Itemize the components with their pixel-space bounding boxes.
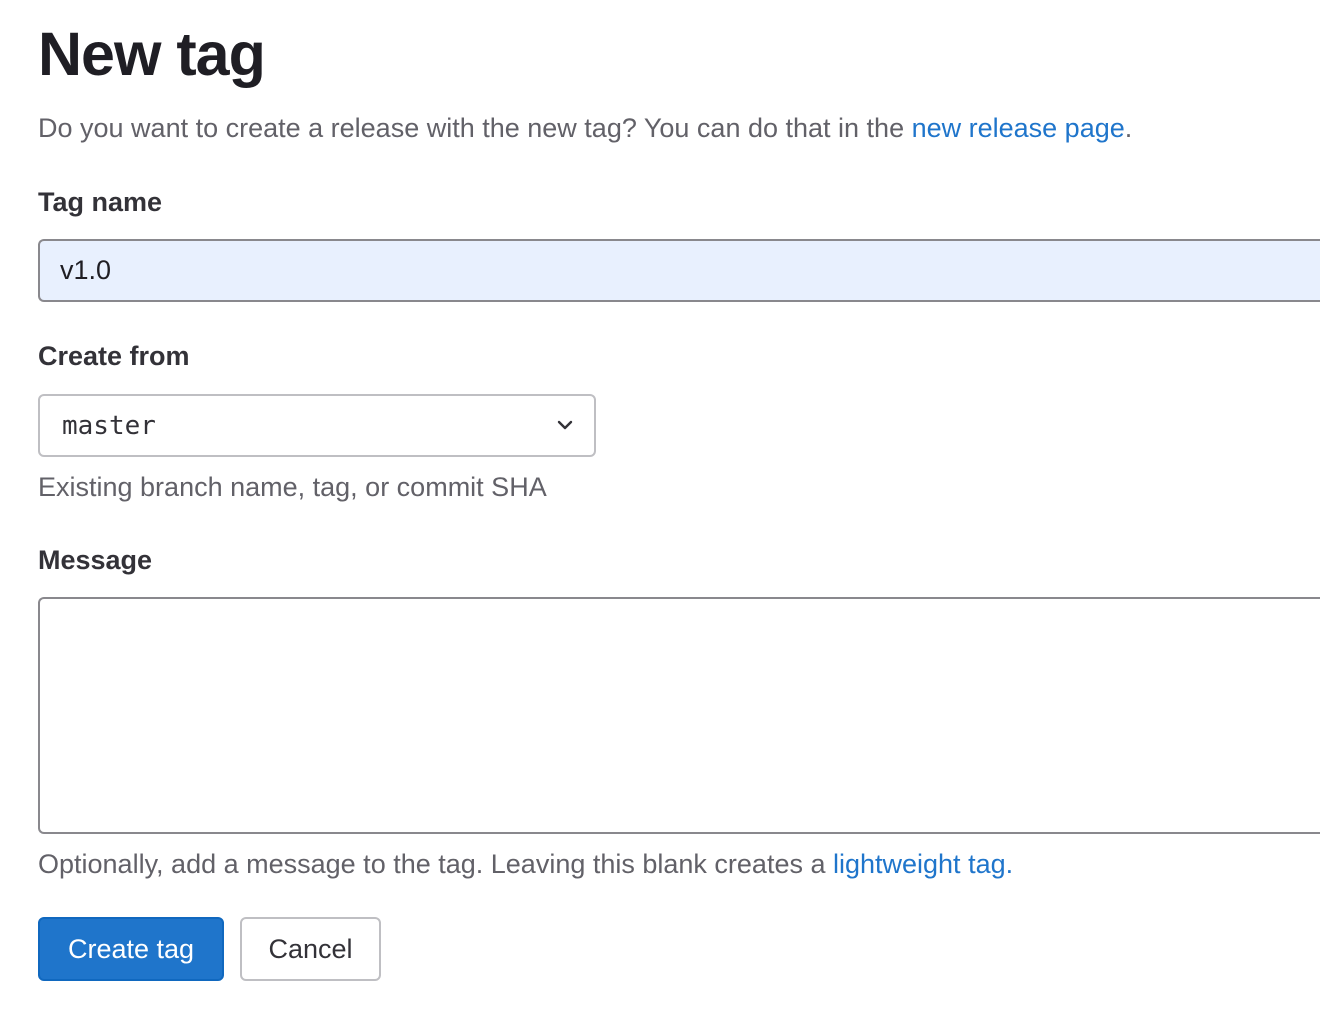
- chevron-down-icon: [557, 420, 573, 430]
- create-from-help: Existing branch name, tag, or commit SHA: [38, 472, 547, 502]
- create-from-label: Create from: [38, 341, 190, 371]
- release-hint: Do you want to create a release with the…: [38, 111, 1132, 145]
- new-tag-page: New tag Do you want to create a release …: [0, 0, 1320, 1024]
- release-hint-end: .: [1124, 113, 1133, 143]
- message-textarea[interactable]: [38, 597, 1320, 834]
- create-tag-button[interactable]: Create tag: [38, 917, 224, 981]
- release-hint-text: Do you want to create a release with the…: [38, 113, 912, 143]
- create-from-dropdown[interactable]: master: [38, 394, 596, 457]
- page-title: New tag: [38, 20, 266, 88]
- tag-name-label: Tag name: [38, 187, 163, 217]
- message-help-end: .: [1005, 849, 1014, 879]
- tag-name-input[interactable]: [38, 239, 1320, 302]
- cancel-button[interactable]: Cancel: [240, 917, 381, 981]
- message-label: Message: [38, 545, 153, 575]
- message-help-text: Optionally, add a message to the tag. Le…: [38, 849, 833, 879]
- create-from-selected-value: master: [62, 411, 156, 441]
- lightweight-tag-link[interactable]: lightweight tag: [833, 849, 1006, 879]
- message-help: Optionally, add a message to the tag. Le…: [38, 847, 1013, 881]
- new-release-page-link[interactable]: new release page: [912, 113, 1125, 143]
